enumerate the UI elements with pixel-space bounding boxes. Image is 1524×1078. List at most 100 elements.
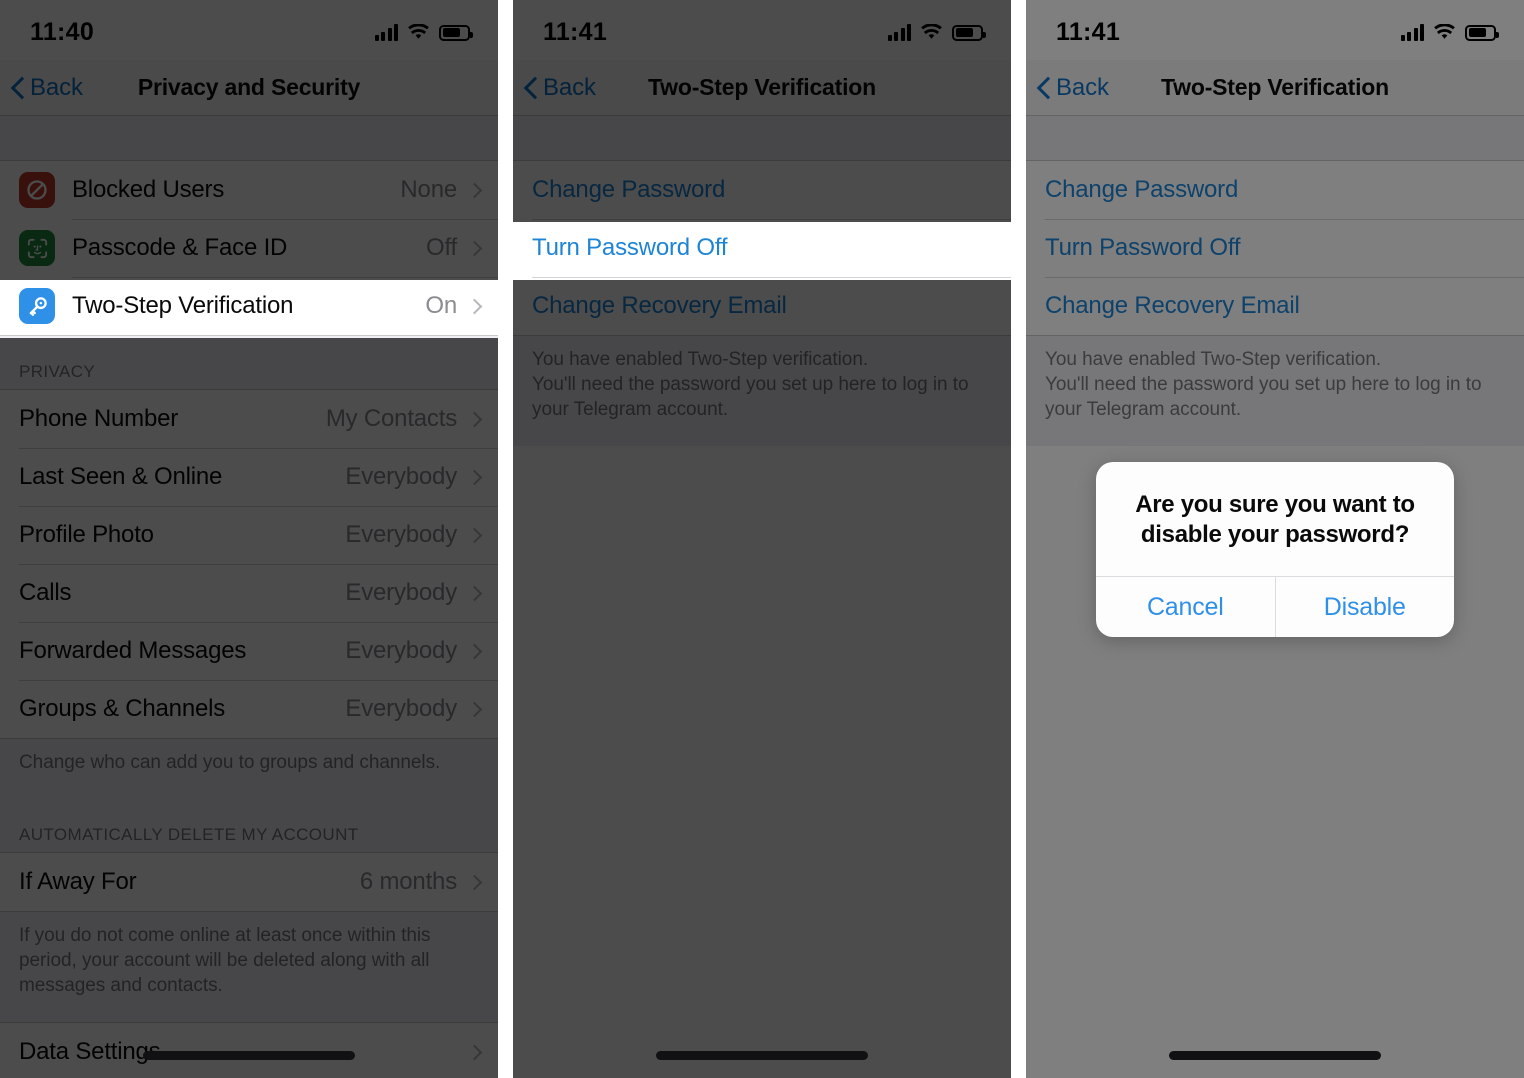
row-change-recovery-email[interactable]: Change Recovery Email bbox=[1026, 277, 1524, 335]
row-turn-password-off[interactable]: Turn Password Off bbox=[513, 219, 1011, 277]
auto-delete-section-header: AUTOMATICALLY DELETE MY ACCOUNT bbox=[0, 799, 498, 853]
status-indicators bbox=[1400, 23, 1499, 41]
chevron-left-icon bbox=[12, 76, 26, 100]
row-value: On bbox=[425, 292, 457, 319]
row-label: Groups & Channels bbox=[19, 695, 226, 722]
chevron-right-icon bbox=[466, 1044, 483, 1061]
battery-icon bbox=[1465, 24, 1499, 41]
two-step-footer-note: You have enabled Two-Step verification. … bbox=[513, 336, 1011, 447]
row-value: Everybody bbox=[345, 695, 457, 722]
navigation-bar: Back Privacy and Security bbox=[0, 60, 498, 116]
privacy-section: Phone Number My Contacts Last Seen & Onl… bbox=[0, 389, 498, 739]
security-section: Blocked Users None Passcode & Face ID Of… bbox=[0, 160, 498, 336]
alert-title: Are you sure you want to disable your pa… bbox=[1135, 491, 1415, 548]
row-last-seen-online[interactable]: Last Seen & Online Everybody bbox=[0, 448, 498, 506]
phone-panel-disable-password-alert: 11:41 Back Two-Step Verification Change … bbox=[1026, 0, 1524, 1078]
list-top-spacer bbox=[513, 116, 1011, 160]
back-button[interactable]: Back bbox=[0, 74, 83, 102]
row-calls[interactable]: Calls Everybody bbox=[0, 564, 498, 622]
chevron-right-icon bbox=[466, 585, 483, 601]
row-label: Forwarded Messages bbox=[19, 637, 247, 664]
row-turn-password-off[interactable]: Turn Password Off bbox=[1026, 219, 1524, 277]
row-label: Two-Step Verification bbox=[72, 292, 294, 319]
row-label: Turn Password Off bbox=[1045, 234, 1241, 261]
status-bar: 11:41 bbox=[1026, 0, 1524, 60]
row-label: Blocked Users bbox=[72, 176, 225, 203]
back-button-label: Back bbox=[543, 73, 596, 101]
row-value: Everybody bbox=[345, 463, 457, 490]
chevron-right-icon bbox=[466, 298, 483, 314]
row-blocked-users[interactable]: Blocked Users None bbox=[0, 161, 498, 219]
battery-icon bbox=[439, 24, 473, 41]
status-clock: 11:41 bbox=[1056, 17, 1121, 46]
row-if-away-for[interactable]: If Away For 6 months bbox=[0, 853, 498, 912]
row-label: Calls bbox=[19, 579, 72, 606]
key-icon bbox=[19, 288, 55, 324]
cellular-signal-icon bbox=[887, 24, 911, 41]
settings-list: Blocked Users None Passcode & Face ID Of… bbox=[0, 116, 498, 1078]
cancel-button[interactable]: Cancel bbox=[1096, 577, 1275, 637]
row-change-password[interactable]: Change Password bbox=[1026, 161, 1524, 219]
row-label: Last Seen & Online bbox=[19, 463, 223, 490]
privacy-section-footer: Change who can add you to groups and cha… bbox=[0, 739, 498, 800]
row-value: Off bbox=[426, 234, 457, 261]
status-bar: 11:40 bbox=[0, 0, 498, 60]
chevron-left-icon bbox=[1038, 76, 1052, 100]
cellular-signal-icon bbox=[374, 24, 398, 41]
back-button[interactable]: Back bbox=[1026, 74, 1109, 102]
row-passcode-face-id[interactable]: Passcode & Face ID Off bbox=[0, 219, 498, 277]
status-clock: 11:40 bbox=[30, 17, 95, 46]
navigation-bar: Back Two-Step Verification bbox=[513, 60, 1011, 116]
home-indicator bbox=[1169, 1051, 1381, 1060]
battery-icon bbox=[952, 24, 986, 41]
list-top-spacer bbox=[1026, 116, 1524, 160]
row-groups-channels[interactable]: Groups & Channels Everybody bbox=[0, 680, 498, 738]
back-button-label: Back bbox=[30, 73, 83, 101]
back-button[interactable]: Back bbox=[513, 74, 596, 102]
password-actions-section: Change Password Turn Password Off Change… bbox=[513, 160, 1011, 336]
wifi-icon bbox=[920, 23, 943, 41]
row-label: Change Recovery Email bbox=[1045, 292, 1300, 319]
row-label: Turn Password Off bbox=[532, 234, 728, 261]
two-step-footer-note: You have enabled Two-Step verification. … bbox=[1026, 336, 1524, 447]
row-forwarded-messages[interactable]: Forwarded Messages Everybody bbox=[0, 622, 498, 680]
alert-actions: Cancel Disable bbox=[1096, 576, 1454, 637]
list-top-spacer bbox=[0, 116, 498, 160]
row-label: If Away For bbox=[19, 868, 137, 896]
chevron-right-icon bbox=[466, 182, 483, 198]
home-indicator bbox=[143, 1051, 355, 1060]
status-bar: 11:41 bbox=[513, 0, 1011, 60]
row-phone-number[interactable]: Phone Number My Contacts bbox=[0, 390, 498, 448]
status-indicators bbox=[887, 23, 986, 41]
navigation-bar: Back Two-Step Verification bbox=[1026, 60, 1524, 116]
settings-list: Change Password Turn Password Off Change… bbox=[513, 116, 1011, 447]
row-label: Profile Photo bbox=[19, 521, 154, 548]
row-profile-photo[interactable]: Profile Photo Everybody bbox=[0, 506, 498, 564]
chevron-right-icon bbox=[466, 701, 483, 717]
disable-button[interactable]: Disable bbox=[1274, 577, 1455, 637]
chevron-right-icon bbox=[466, 874, 483, 890]
row-label: Phone Number bbox=[19, 405, 179, 432]
phone-screen: 11:41 Back Two-Step Verification Change … bbox=[513, 0, 1011, 1078]
face-id-icon bbox=[19, 230, 55, 266]
phone-screen: 11:41 Back Two-Step Verification Change … bbox=[1026, 0, 1524, 1078]
status-clock: 11:41 bbox=[543, 17, 608, 46]
chevron-right-icon bbox=[466, 643, 483, 659]
three-phone-screenshot-strip: 11:40 Back Privacy and Security Blocked … bbox=[0, 0, 1524, 1078]
auto-delete-section-footer: If you do not come online at least once … bbox=[0, 912, 498, 1023]
row-value: None bbox=[400, 176, 457, 203]
phone-panel-two-step-verification: 11:41 Back Two-Step Verification Change … bbox=[513, 0, 1011, 1078]
row-change-password[interactable]: Change Password bbox=[513, 161, 1011, 219]
phone-panel-privacy-and-security: 11:40 Back Privacy and Security Blocked … bbox=[0, 0, 498, 1078]
chevron-right-icon bbox=[466, 469, 483, 485]
privacy-section-header: PRIVACY bbox=[0, 336, 498, 389]
row-value: My Contacts bbox=[325, 405, 457, 432]
row-two-step-verification[interactable]: Two-Step Verification On bbox=[0, 277, 498, 335]
back-button-label: Back bbox=[1056, 73, 1109, 101]
chevron-right-icon bbox=[466, 527, 483, 543]
chevron-left-icon bbox=[525, 76, 539, 100]
row-change-recovery-email[interactable]: Change Recovery Email bbox=[513, 277, 1011, 335]
row-value: Everybody bbox=[345, 637, 457, 664]
home-indicator bbox=[656, 1051, 868, 1060]
settings-list: Change Password Turn Password Off Change… bbox=[1026, 116, 1524, 447]
